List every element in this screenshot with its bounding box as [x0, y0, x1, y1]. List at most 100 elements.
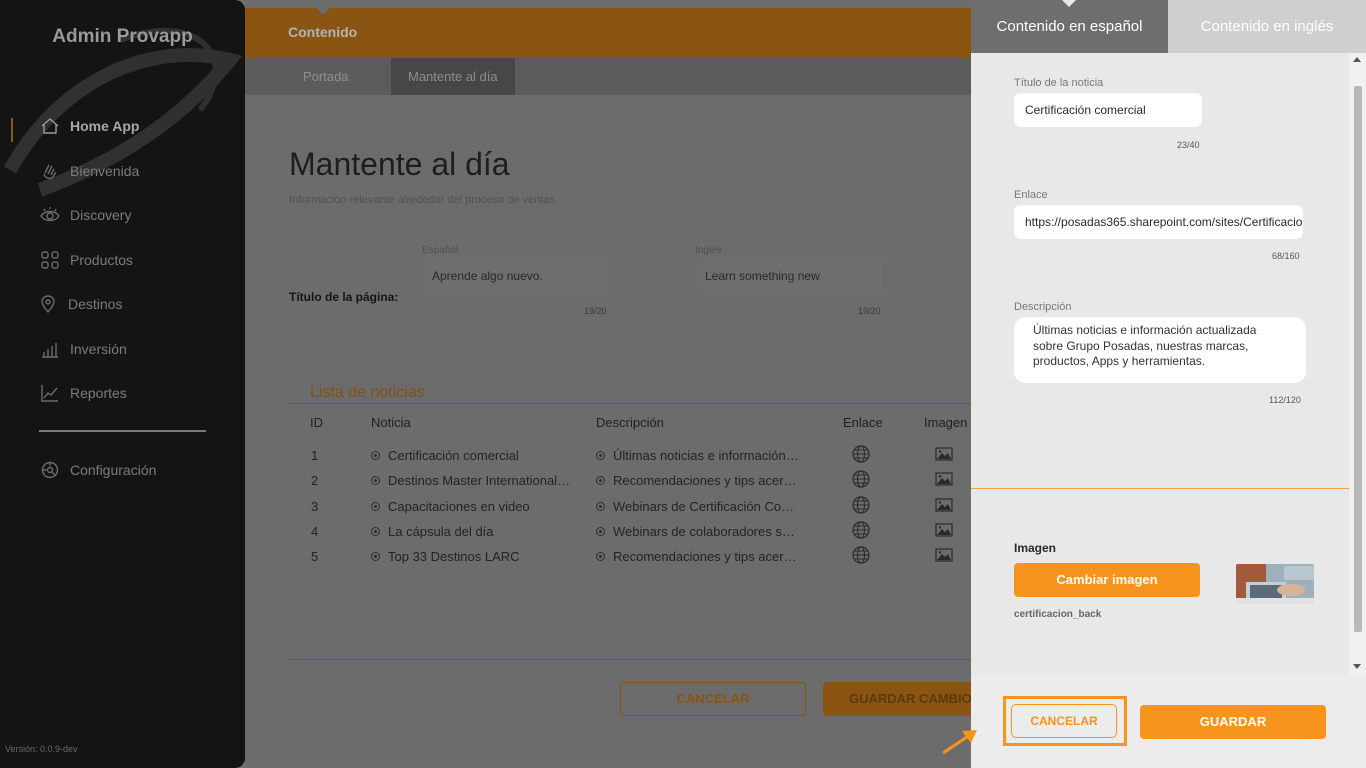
column-header-enlace: Enlace: [843, 415, 883, 430]
globe-icon[interactable]: [852, 521, 870, 539]
scroll-down-icon[interactable]: [1353, 664, 1361, 669]
edit-news-panel: Contenido en español Contenido en inglés…: [971, 0, 1366, 768]
sidebar-item-reportes[interactable]: Reportes: [40, 381, 127, 405]
bullet-icon: [371, 451, 380, 460]
image-icon[interactable]: [935, 447, 953, 461]
row-id: 5: [311, 549, 319, 564]
bullet-icon: [596, 527, 605, 536]
news-title-label: Título de la noticia: [1014, 77, 1104, 89]
image-icon[interactable]: [935, 548, 953, 562]
column-header-imagen: Imagen: [924, 415, 968, 430]
image-icon[interactable]: [935, 498, 953, 512]
page-subtitle: Información relevante alrededor del proc…: [289, 194, 559, 206]
panel-scrollbar[interactable]: [1349, 53, 1366, 675]
bullet-icon: [371, 552, 380, 561]
pointer-arrow-icon: [942, 730, 977, 755]
bullet-icon: [371, 476, 380, 485]
sidebar-divider: [39, 430, 206, 432]
panel-footer: CANCELAR GUARDAR: [971, 675, 1366, 768]
es-char-counter: 19/20: [584, 306, 607, 316]
en-char-counter: 19/20: [858, 306, 881, 316]
row-descripcion: Recomendaciones y tips acerca de destino…: [613, 549, 799, 564]
column-header-noticia: Noticia: [371, 415, 411, 430]
globe-icon[interactable]: [852, 496, 870, 514]
page-title-en-input[interactable]: Learn something new: [695, 260, 883, 292]
sidebar-item-label: Reportes: [70, 385, 127, 401]
description-counter: 112/120: [1269, 395, 1301, 405]
page-title-label: Título de la página:: [289, 290, 399, 304]
description-label: Descripción: [1014, 301, 1072, 313]
section-title: Contenido: [288, 24, 358, 40]
image-thumbnail: [1236, 564, 1314, 604]
panel-cancel-button[interactable]: CANCELAR: [1011, 704, 1117, 738]
scroll-up-icon[interactable]: [1353, 57, 1361, 62]
list-divider: [289, 403, 971, 404]
main-content: Contenido Portada Mantente al día Manten…: [245, 0, 993, 768]
bullet-icon: [596, 502, 605, 511]
row-id: 4: [311, 524, 319, 539]
page-title-es-input[interactable]: Aprende algo nuevo.: [422, 260, 610, 292]
tab-contenido-ingles[interactable]: Contenido en inglés: [1168, 0, 1366, 53]
bullet-icon: [371, 502, 380, 511]
row-noticia: Destinos Master International Travel: [388, 473, 571, 488]
news-title-counter: 23/40: [1177, 140, 1200, 150]
row-descripcion: Webinars de Certificación Comercial: [613, 499, 799, 514]
sidebar-item-productos[interactable]: Productos: [40, 248, 133, 272]
tab-mantente-al-dia[interactable]: Mantente al día: [391, 58, 515, 95]
sidebar-item-configuracion[interactable]: Configuración: [40, 458, 156, 482]
active-indicator: [11, 118, 13, 142]
description-textarea[interactable]: Últimas noticias e información actualiza…: [1014, 317, 1306, 383]
section-header: Contenido: [245, 8, 971, 58]
sidebar-item-discovery[interactable]: Discovery: [40, 203, 131, 227]
bar-chart-icon: [42, 343, 58, 358]
bullet-icon: [596, 451, 605, 460]
home-icon: [41, 118, 59, 134]
header-caret: [316, 8, 330, 15]
row-noticia: Capacitaciones en video: [388, 499, 530, 514]
panel-save-button[interactable]: GUARDAR: [1140, 705, 1326, 739]
change-image-button[interactable]: Cambiar imagen: [1014, 563, 1200, 597]
image-icon[interactable]: [935, 523, 953, 537]
sidebar-item-label: Destinos: [68, 296, 123, 312]
sidebar-item-home-app[interactable]: Home App: [40, 114, 139, 138]
page-title: Mantente al día: [289, 146, 510, 182]
sidebar-item-label: Discovery: [70, 207, 132, 223]
panel-divider: [971, 488, 1349, 489]
grid-icon: [41, 251, 59, 269]
row-descripcion: Webinars de colaboradores sobre temas: [613, 524, 799, 539]
globe-icon[interactable]: [852, 470, 870, 488]
main-cancel-button[interactable]: CANCELAR: [620, 682, 806, 716]
sidebar-item-label: Home App: [70, 118, 140, 134]
row-noticia: Certificación comercial: [388, 448, 519, 463]
tab-contenido-espanol[interactable]: Contenido en español: [971, 0, 1168, 53]
image-icon[interactable]: [935, 472, 953, 486]
row-id: 2: [311, 473, 319, 488]
row-noticia: Top 33 Destinos LARC: [388, 549, 520, 564]
wave-hand-icon: [43, 164, 57, 180]
laptop-photo-icon: [1236, 564, 1314, 604]
sidebar-item-destinos[interactable]: Destinos: [38, 292, 122, 316]
column-header-descripcion: Descripción: [596, 415, 664, 430]
spanish-label: Español: [422, 245, 459, 256]
scrollbar-thumb[interactable]: [1354, 86, 1362, 632]
sidebar-item-label: Configuración: [70, 462, 157, 478]
news-list-title: Lista de noticias: [310, 384, 425, 401]
tab-portada[interactable]: Portada: [286, 58, 366, 95]
image-label: Imagen: [1014, 541, 1057, 555]
save-changes-button[interactable]: GUARDAR CAMBIOS: [823, 682, 993, 716]
sidebar-item-bienvenida[interactable]: Bienvenida: [40, 159, 139, 183]
sidebar-item-label: Productos: [70, 252, 134, 268]
bullet-icon: [371, 527, 380, 536]
bottom-divider: [289, 659, 971, 660]
sidebar-item-inversion[interactable]: Inversión: [40, 337, 127, 361]
news-title-input[interactable]: Certificación comercial: [1014, 93, 1202, 127]
eye-icon: [40, 207, 60, 222]
bullet-icon: [596, 552, 605, 561]
globe-icon[interactable]: [852, 445, 870, 463]
globe-icon[interactable]: [852, 546, 870, 564]
tab-caret: [1061, 0, 1077, 7]
link-input[interactable]: https://posadas365.sharepoint.com/sites/…: [1014, 205, 1303, 239]
sidebar-item-label: Bienvenida: [70, 163, 140, 179]
row-noticia: La cápsula del día: [388, 524, 494, 539]
sidebar: Admin Provapp Home App Bienvenida Discov…: [0, 0, 245, 768]
